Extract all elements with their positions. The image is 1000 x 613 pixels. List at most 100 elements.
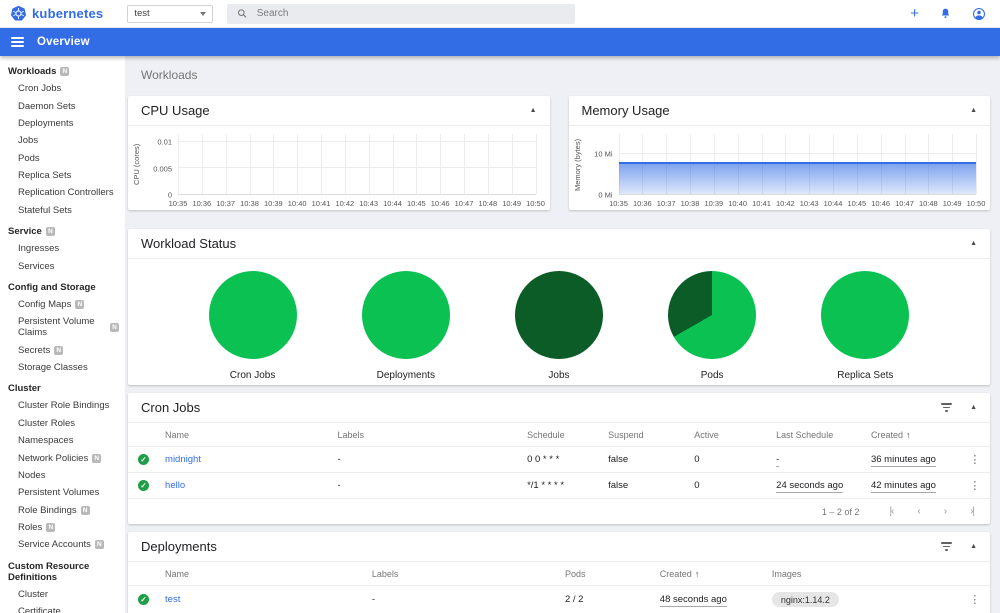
cron-jobs-pie-chart[interactable]	[208, 271, 297, 359]
x-axis-tick: 10:47	[895, 199, 914, 208]
sidebar-section-config-and-storage[interactable]: Config and Storage	[0, 279, 125, 296]
namespace-select[interactable]: test	[127, 4, 214, 23]
x-axis-tick: 10:48	[478, 199, 498, 208]
sidebar-item-persistent-volume-claims[interactable]: Persistent Volume Claims N	[0, 313, 125, 341]
table-row: ✓ midnight -0 0 * * * false 0-36 minutes ago…	[128, 446, 990, 473]
sidebar-item-services[interactable]: Services	[0, 257, 125, 274]
row-menu-kebab-icon[interactable]: ⋮	[966, 479, 984, 492]
sidebar-item-nodes[interactable]: Nodes	[0, 467, 125, 484]
sidebar-item-cluster[interactable]: Cluster	[0, 586, 125, 603]
sidebar-item-jobs[interactable]: Jobs	[0, 132, 125, 149]
sidebar-item-cron-jobs[interactable]: Cron Jobs	[0, 80, 125, 97]
deployments-pie-chart[interactable]	[361, 271, 450, 359]
sidebar-item-pods[interactable]: Pods	[0, 150, 125, 167]
create-resource-icon[interactable]: +	[910, 6, 919, 21]
row-menu-kebab-icon[interactable]: ⋮	[966, 593, 984, 606]
sidebar-item-secrets[interactable]: Secrets N	[0, 342, 125, 359]
column-header-name[interactable]: Name	[159, 562, 366, 586]
replica-sets-pie-chart[interactable]	[821, 271, 910, 359]
column-header-labels[interactable]: Labels	[365, 562, 559, 586]
search-icon	[238, 9, 247, 18]
jobs-pie-chart[interactable]	[514, 271, 603, 359]
sidebar-section-custom-resource-definitions[interactable]: Custom Resource Definitions	[0, 558, 125, 586]
last-page-icon[interactable]: ›|	[970, 506, 975, 517]
collapse-caret-icon[interactable]: ▲	[970, 240, 977, 247]
sidebar-item-cluster-roles[interactable]: Cluster Roles	[0, 415, 125, 432]
main-content: Workloads CPU Usage ▲ CPU (cores) 0 0.005…	[125, 56, 1000, 613]
next-page-icon[interactable]: ›	[944, 506, 948, 517]
collapse-caret-icon[interactable]: ▲	[530, 107, 537, 114]
column-header-name[interactable]: Name	[159, 423, 332, 447]
kubernetes-logo[interactable]: kubernetes	[10, 5, 103, 22]
sidebar-item-ingresses[interactable]: Ingresses	[0, 240, 125, 257]
column-header-suspend[interactable]: Suspend	[602, 423, 689, 447]
status-ok-icon: ✓	[138, 454, 150, 465]
column-header-labels[interactable]: Labels	[331, 423, 522, 447]
sidebar-item-namespaces[interactable]: Namespaces	[0, 432, 125, 449]
resource-link-test[interactable]: test	[165, 594, 180, 605]
sidebar-section-cluster[interactable]: Cluster	[0, 380, 125, 397]
chevron-down-icon	[200, 11, 207, 16]
filter-icon[interactable]	[941, 403, 953, 412]
column-header-images[interactable]: Images	[765, 562, 960, 586]
sidebar-item-config-maps[interactable]: Config Maps N	[0, 296, 125, 313]
sidebar-item-replication-controllers[interactable]: Replication Controllers	[0, 184, 125, 201]
resource-link-hello[interactable]: hello	[165, 480, 185, 491]
x-axis-tick: 10:38	[240, 199, 259, 208]
user-account-icon[interactable]	[972, 7, 986, 21]
content-heading: Workloads	[141, 68, 198, 82]
column-header-active[interactable]: Active	[688, 423, 771, 447]
sidebar-section-workloads[interactable]: Workloads N	[0, 63, 125, 80]
pie-label: Deployments	[376, 370, 435, 381]
cell-value: -	[331, 472, 522, 499]
sidebar-item-network-policies[interactable]: Network Policies N	[0, 449, 125, 466]
cell-value: false	[602, 472, 689, 499]
search-input[interactable]	[256, 8, 566, 19]
column-header-last-schedule[interactable]: Last Schedule	[770, 423, 865, 447]
column-header-created[interactable]: Created ↑	[864, 423, 960, 447]
row-menu-kebab-icon[interactable]: ⋮	[966, 453, 984, 466]
logo-text: kubernetes	[32, 6, 104, 21]
collapse-caret-icon[interactable]: ▲	[970, 107, 977, 114]
x-axis-tick: 10:48	[918, 199, 938, 208]
sidebar-section-label: Config and Storage	[8, 281, 96, 293]
y-axis-tick: 0.005	[153, 164, 172, 174]
sidebar-item-stateful-sets[interactable]: Stateful Sets	[0, 202, 125, 219]
column-header-created[interactable]: Created ↑	[653, 562, 766, 586]
sidebar-item-daemon-sets[interactable]: Daemon Sets	[0, 97, 125, 114]
sidebar-item-persistent-volumes[interactable]: Persistent Volumes	[0, 484, 125, 501]
notifications-bell-icon[interactable]	[939, 7, 952, 20]
sidebar-item-service-accounts[interactable]: Service Accounts N	[0, 536, 125, 553]
first-page-icon[interactable]: |‹	[889, 506, 894, 517]
filter-icon[interactable]	[941, 542, 953, 551]
sidebar-item-roles[interactable]: Roles N	[0, 519, 125, 536]
sidebar-item-cluster-role-bindings[interactable]: Cluster Role Bindings	[0, 397, 125, 414]
search-bar[interactable]	[227, 3, 576, 24]
namespaced-badge: N	[75, 299, 85, 309]
cell-value: -	[365, 585, 559, 613]
pods-pie-chart[interactable]	[668, 271, 757, 359]
x-axis-tick: 10:49	[942, 199, 962, 208]
collapse-caret-icon[interactable]: ▲	[970, 404, 977, 411]
x-axis-tick: 10:44	[823, 199, 843, 208]
x-axis-tick: 10:50	[966, 199, 986, 208]
memory-y-axis-label: Memory (bytes)	[572, 138, 582, 191]
column-header-schedule[interactable]: Schedule	[521, 423, 603, 447]
column-header-pods[interactable]: Pods	[558, 562, 654, 586]
collapse-caret-icon[interactable]: ▲	[970, 543, 977, 550]
menu-hamburger-icon[interactable]	[11, 36, 24, 48]
sidebar-item-label: Jobs	[18, 135, 39, 147]
sidebar-item-replica-sets[interactable]: Replica Sets	[0, 167, 125, 184]
sidebar-item-role-bindings[interactable]: Role Bindings N	[0, 502, 125, 519]
prev-page-icon[interactable]: ‹	[917, 506, 921, 517]
sidebar-item-label: Service Accounts	[18, 539, 91, 551]
sidebar-item-storage-classes[interactable]: Storage Classes	[0, 359, 125, 376]
resource-link-midnight[interactable]: midnight	[165, 454, 201, 465]
x-axis-tick: 10:43	[359, 199, 379, 208]
app-bar: Overview	[0, 28, 1000, 56]
sidebar-section-service[interactable]: Service N	[0, 223, 125, 240]
sidebar-item-certificate[interactable]: Certificate	[0, 603, 125, 613]
y-axis-tick: 10 Mi	[594, 149, 613, 159]
namespaced-badge: N	[92, 453, 102, 463]
sidebar-item-deployments[interactable]: Deployments	[0, 115, 125, 132]
